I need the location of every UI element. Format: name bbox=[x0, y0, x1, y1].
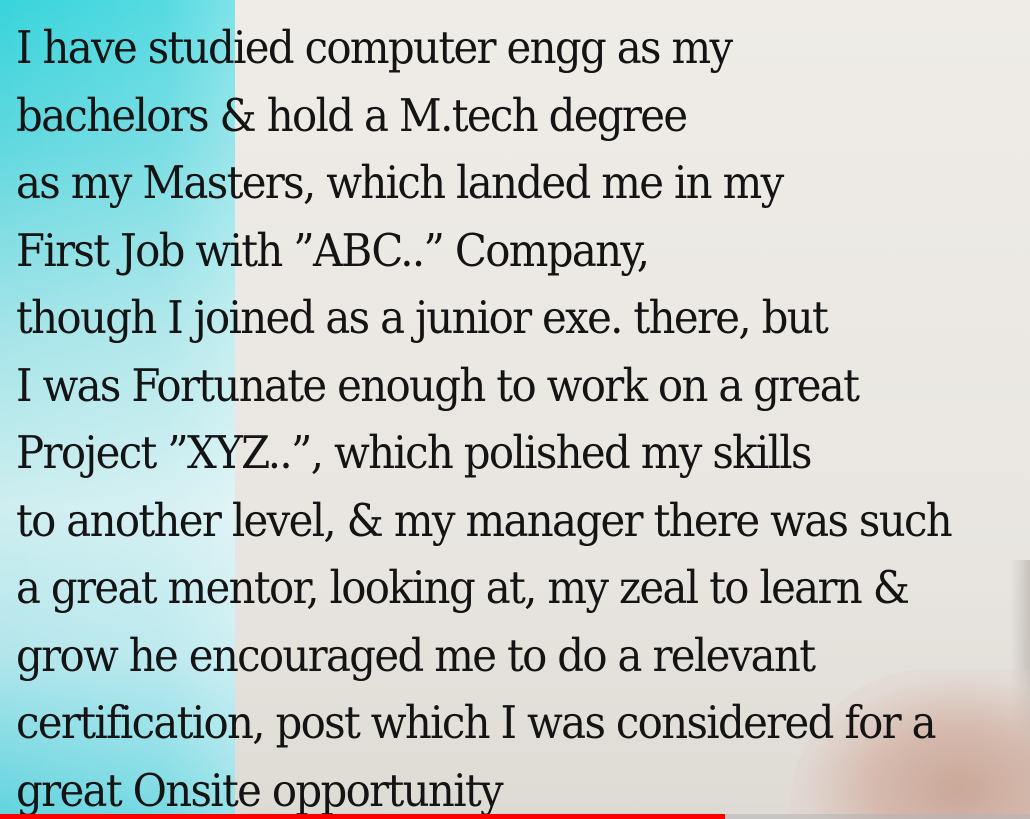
video-progress-played bbox=[0, 814, 726, 819]
caption-line: bachelors & hold a M.tech degree bbox=[16, 88, 688, 142]
video-frame[interactable]: I have studied computer engg as my bache… bbox=[0, 0, 1030, 819]
caption-line: Project ”XYZ..”, which polished my skill… bbox=[16, 426, 812, 479]
caption-line: as my Masters, which landed me in my bbox=[16, 156, 784, 209]
caption-line: First Job with ”ABC..” Company, bbox=[16, 223, 650, 277]
caption-line: great Onsite opportunity bbox=[16, 763, 504, 817]
caption-line: I was Fortunate enough to work on a grea… bbox=[16, 358, 860, 412]
caption-line: to another level, & my manager there was… bbox=[16, 493, 953, 547]
caption-line: I have studied computer engg as my bbox=[16, 21, 733, 74]
caption-line: grow he encouraged me to do a relevant bbox=[16, 628, 816, 682]
caption-line: a great mentor, looking at, my zeal to l… bbox=[16, 561, 910, 614]
video-progress-bar[interactable] bbox=[0, 814, 1030, 819]
caption-text: I have studied computer engg as my bache… bbox=[16, 14, 1021, 819]
caption-line: certification, post which I was consider… bbox=[16, 696, 937, 749]
caption-line: though I joined as a junior exe. there, … bbox=[16, 291, 829, 344]
